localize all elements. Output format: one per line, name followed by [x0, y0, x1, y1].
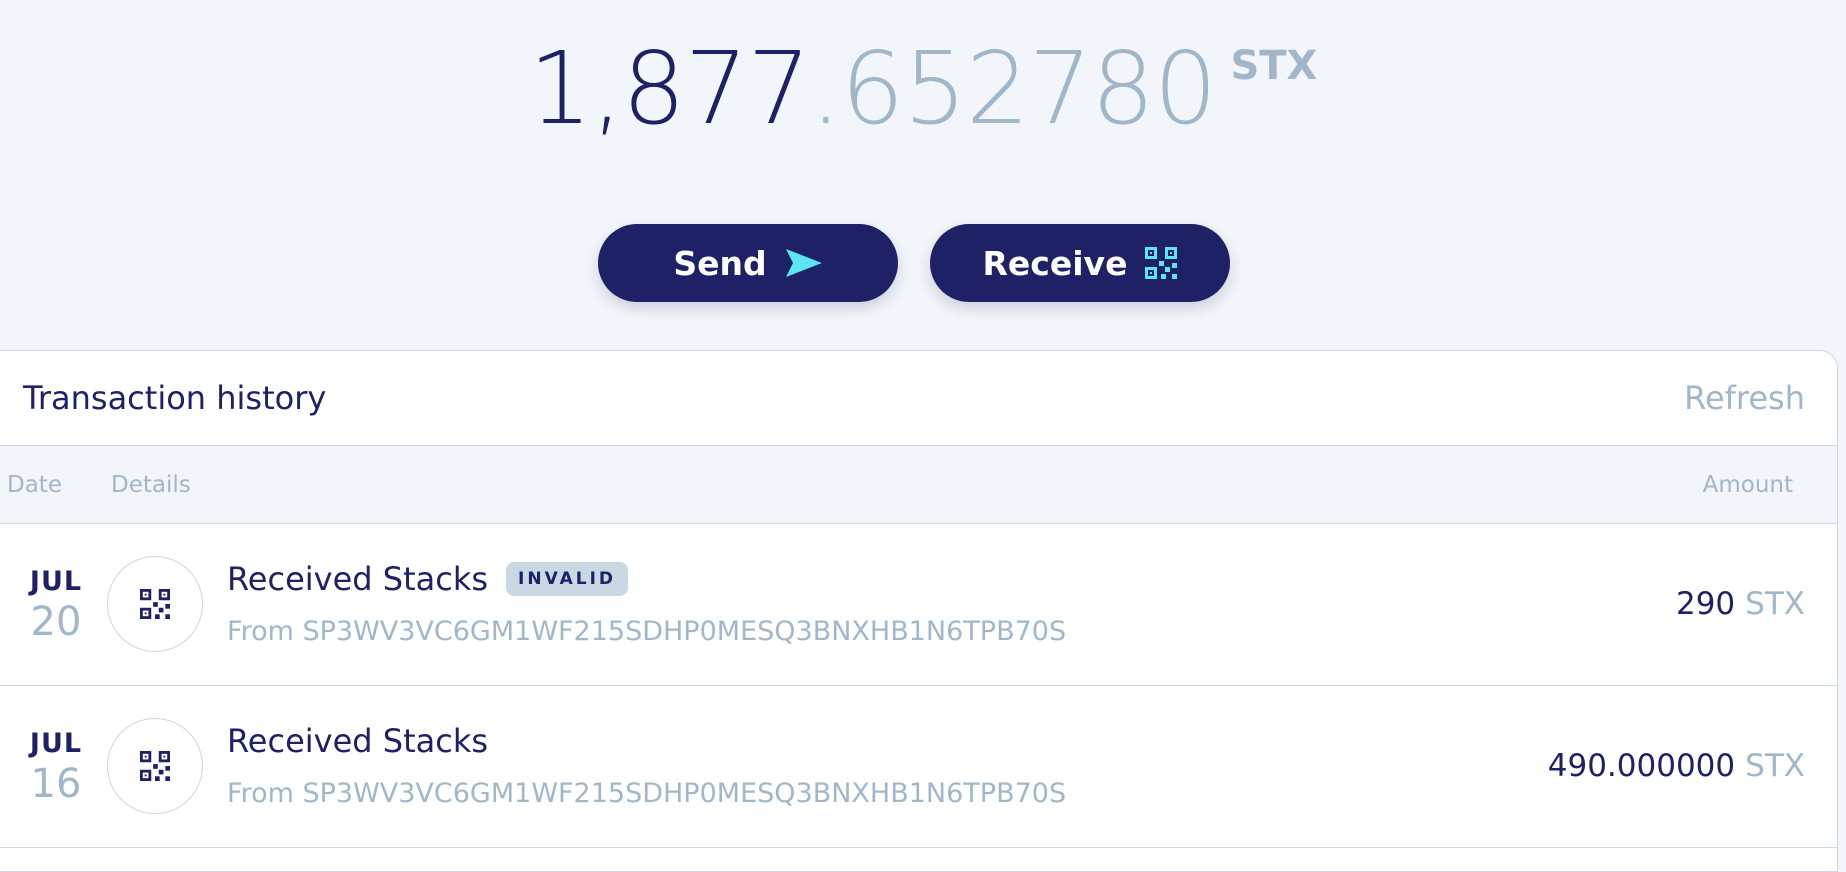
send-button-label: Send — [673, 243, 767, 283]
transaction-amount-unit: STX — [1745, 586, 1805, 622]
status-badge: INVALID — [506, 562, 629, 596]
transaction-history-header: Transaction history Refresh — [0, 351, 1837, 446]
transaction-amount: 290 STX — [1676, 586, 1805, 622]
balance-fraction: .652780 — [809, 30, 1218, 147]
column-headers: Date Details Amount — [0, 446, 1837, 524]
send-button[interactable]: Send — [598, 224, 898, 302]
column-header-details: Details — [111, 472, 191, 498]
transaction-row[interactable]: JUL 20 Received Stacks INVALID From SP3W… — [0, 524, 1837, 686]
transaction-title-line: Received Stacks INVALID — [227, 560, 629, 598]
transaction-day: 20 — [30, 599, 82, 645]
qr-code-icon — [140, 751, 170, 781]
column-header-date: Date — [7, 472, 62, 498]
transaction-date: JUL 16 — [23, 728, 89, 807]
balance-whole: 1,877 — [528, 30, 811, 147]
transaction-title: Received Stacks — [227, 722, 489, 760]
receive-button-label: Receive — [982, 243, 1128, 283]
balance-display: 1,877.652780 STX — [0, 30, 1846, 147]
transaction-history-title: Transaction history — [23, 379, 327, 417]
refresh-button[interactable]: Refresh — [1684, 379, 1805, 417]
paper-plane-icon — [785, 249, 822, 277]
transaction-month: JUL — [29, 728, 83, 759]
transaction-date: JUL 20 — [23, 566, 89, 645]
receive-button[interactable]: Receive — [930, 224, 1230, 302]
transaction-title: Received Stacks — [227, 560, 489, 598]
transaction-type-icon — [107, 556, 203, 652]
qr-code-icon — [1145, 247, 1178, 279]
transaction-day: 16 — [30, 761, 82, 807]
balance-unit: STX — [1230, 43, 1318, 89]
column-header-amount: Amount — [1702, 472, 1793, 498]
transaction-sender: From SP3WV3VC6GM1WF215SDHP0MESQ3BNXHB1N6… — [227, 778, 1067, 809]
transaction-amount: 490.000000 STX — [1548, 748, 1805, 784]
transaction-month: JUL — [29, 566, 83, 597]
transaction-amount-unit: STX — [1745, 748, 1805, 784]
transaction-history-card: Transaction history Refresh Date Details… — [0, 350, 1838, 872]
transaction-amount-value: 490.000000 — [1547, 748, 1736, 784]
qr-code-icon — [140, 589, 170, 619]
transaction-row[interactable]: JUL 16 Received Stacks From SP3WV3VC6GM1… — [0, 686, 1837, 848]
transaction-type-icon — [107, 718, 203, 814]
transaction-sender: From SP3WV3VC6GM1WF215SDHP0MESQ3BNXHB1N6… — [227, 616, 1067, 647]
transaction-amount-value: 290 — [1675, 586, 1736, 622]
transaction-title-line: Received Stacks — [227, 722, 488, 760]
